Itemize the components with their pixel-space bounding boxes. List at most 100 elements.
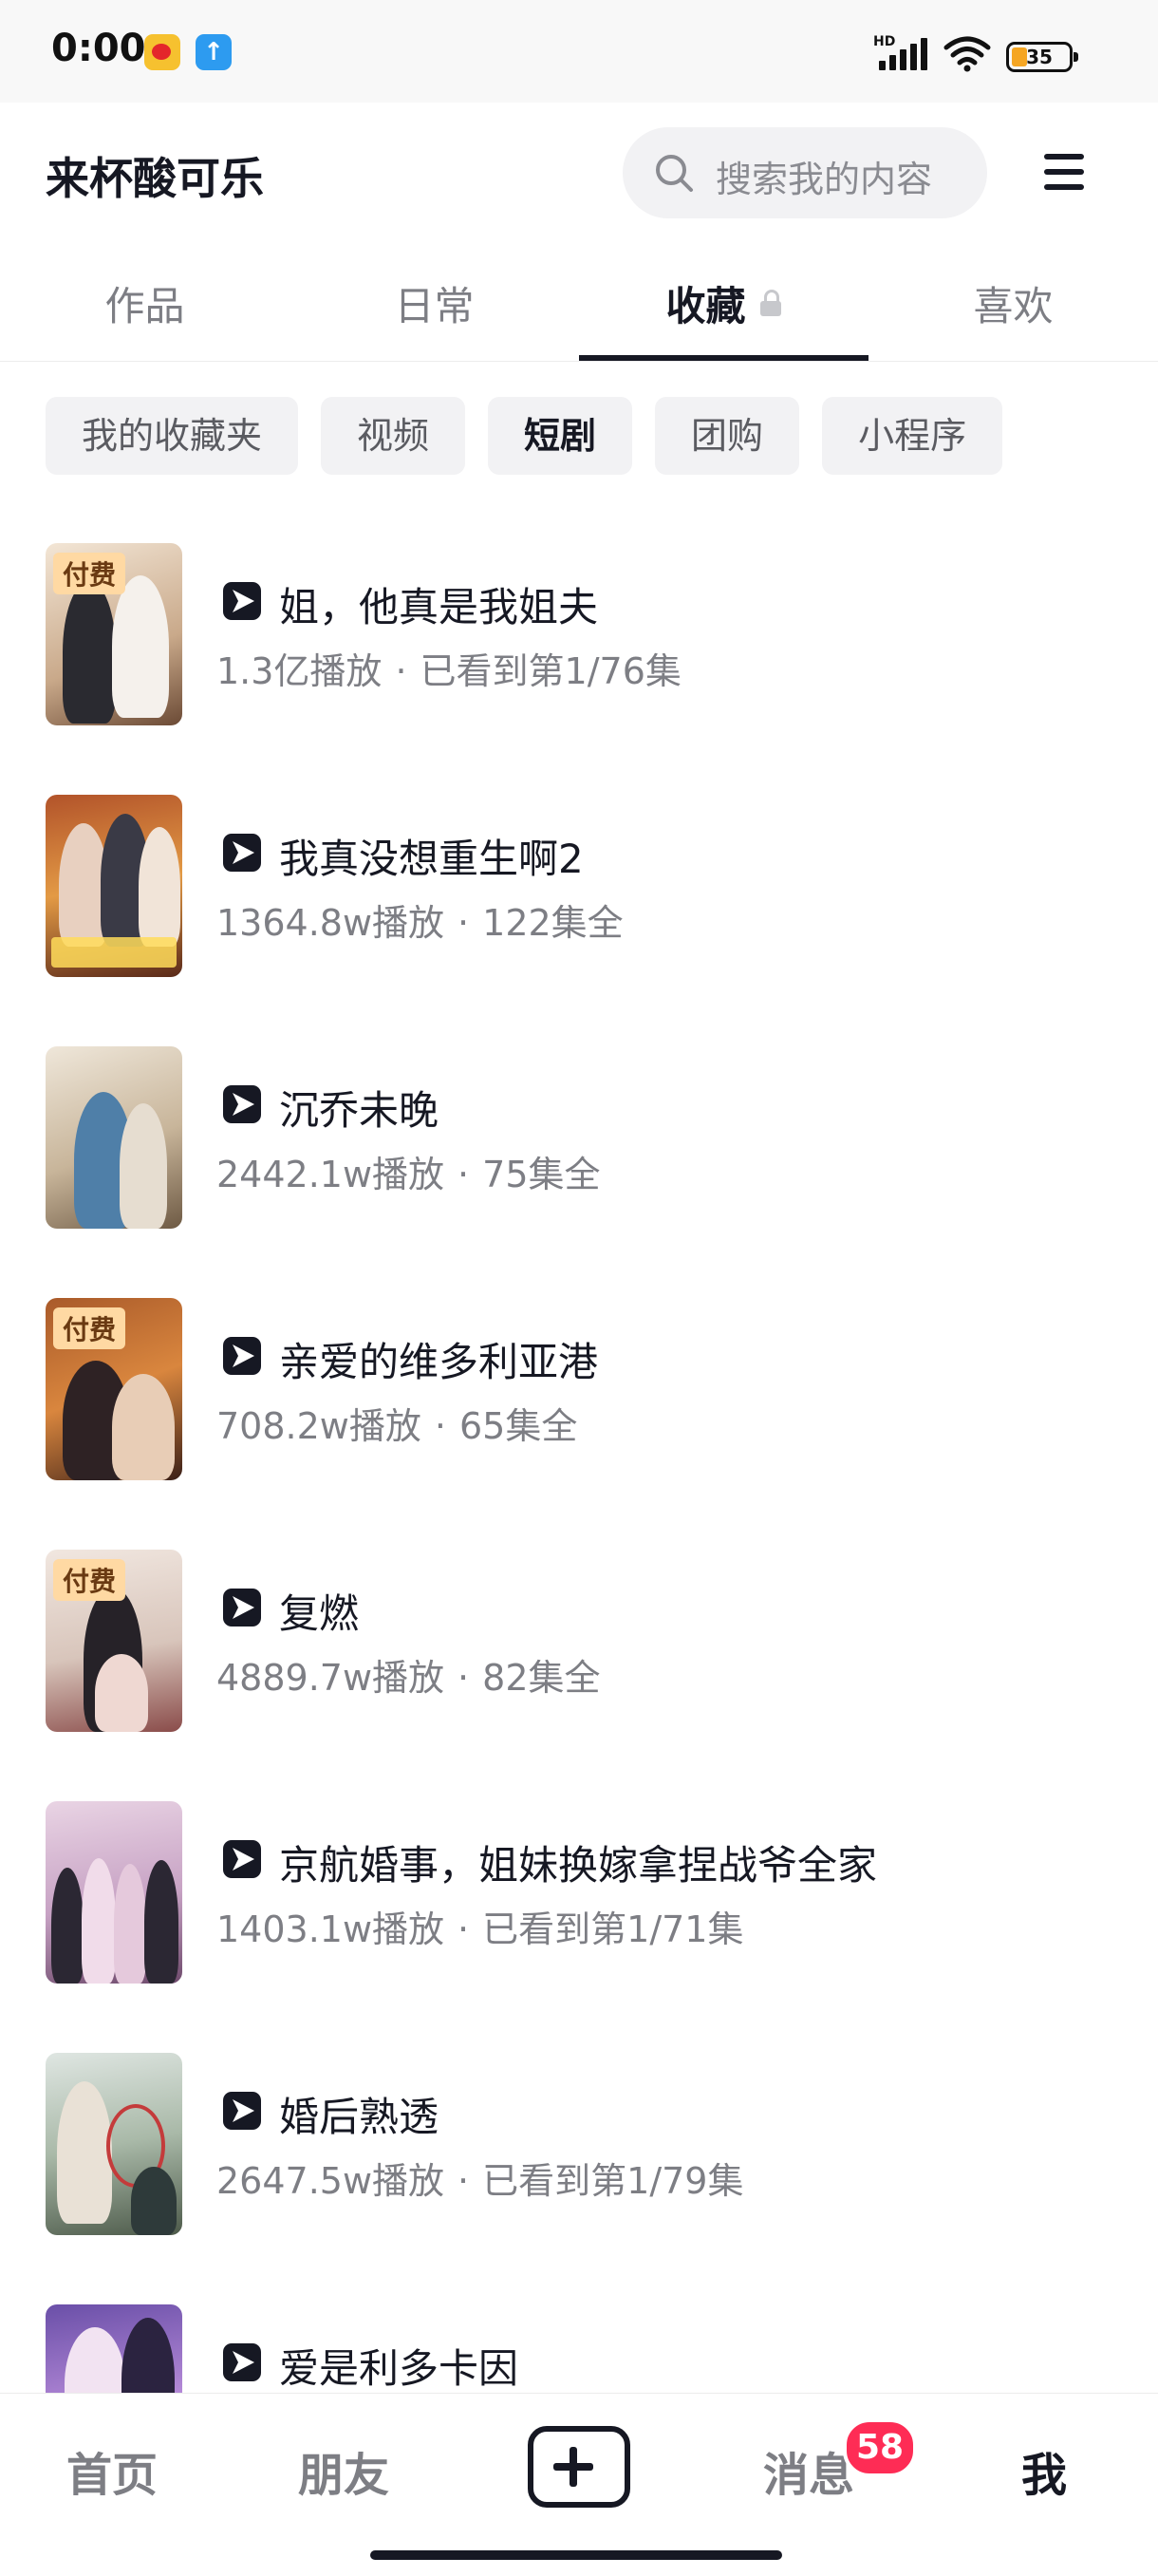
- upload-icon: ↑: [196, 34, 232, 70]
- episode-progress: 82集全: [482, 1657, 601, 1699]
- drama-play-icon: [223, 1337, 261, 1375]
- drama-meta: 2647.5w播放 · 已看到第1/79集: [216, 2152, 743, 2204]
- tab-likes[interactable]: 喜欢: [868, 245, 1158, 361]
- drama-play-icon: [223, 2092, 261, 2130]
- episode-progress: 已看到第1/71集: [482, 1908, 744, 1950]
- lock-icon: [759, 290, 782, 316]
- play-count: 2442.1w播放: [216, 1154, 445, 1195]
- chip-videos[interactable]: 视频: [321, 397, 466, 475]
- status-bar: 0:00 ↑ HD 35: [0, 0, 1158, 103]
- search-input[interactable]: 搜索我的内容: [623, 127, 987, 218]
- meta-separator: ·: [458, 2160, 470, 2202]
- paid-badge: 付费: [53, 553, 126, 594]
- poster-thumbnail: 付费: [46, 1550, 182, 1732]
- drama-title: 姐，他真是我姐夫: [279, 584, 599, 630]
- episode-progress: 已看到第1/76集: [420, 650, 682, 692]
- drama-play-icon: [223, 1840, 261, 1878]
- status-indicators: HD 35: [873, 34, 1078, 72]
- drama-title: 复燃: [279, 1590, 360, 1637]
- wifi-icon: [943, 36, 991, 72]
- play-count: 2647.5w播放: [216, 2160, 445, 2202]
- list-item[interactable]: 付费 复燃 4889.7w播放 · 82集全: [0, 1550, 1158, 1801]
- status-time: 0:00: [51, 27, 146, 70]
- poster-thumbnail: 付费: [46, 543, 182, 725]
- drama-title: 爱是利多卡因: [279, 2345, 519, 2392]
- nav-me[interactable]: 我: [1021, 2437, 1067, 2504]
- episode-progress: 122集全: [482, 902, 624, 944]
- drama-title: 沉乔未晚: [279, 1087, 439, 1134]
- drama-meta: 1364.8w播放 · 122集全: [216, 893, 624, 946]
- play-count: 1.3亿播放: [216, 650, 383, 692]
- tab-label: 喜欢: [973, 282, 1054, 329]
- chip-mini-programs[interactable]: 小程序: [822, 397, 1003, 475]
- profile-tabs: 作品 日常 收藏 喜欢: [0, 245, 1158, 362]
- search-icon: [656, 155, 693, 192]
- weibo-icon: [144, 34, 180, 70]
- drama-meta: 4889.7w播放 · 82集全: [216, 1648, 601, 1701]
- drama-meta: 2442.1w播放 · 75集全: [216, 1145, 601, 1197]
- drama-title: 京航婚事，姐妹换嫁拿捏战爷全家: [279, 1842, 878, 1889]
- poster-thumbnail: [46, 1801, 182, 1984]
- drama-meta: 708.2w播放 · 65集全: [216, 1397, 577, 1449]
- drama-meta: 1.3亿播放 · 已看到第1/76集: [216, 642, 682, 694]
- menu-icon[interactable]: [1044, 154, 1088, 190]
- poster-thumbnail: 付费: [46, 1298, 182, 1480]
- episode-progress: 已看到第1/79集: [482, 2160, 744, 2202]
- paid-badge: 付费: [53, 1307, 126, 1349]
- poster-thumbnail: [46, 2053, 182, 2235]
- drama-play-icon: [223, 2343, 261, 2381]
- episode-progress: 65集全: [458, 1405, 578, 1447]
- home-indicator: [370, 2550, 782, 2560]
- drama-list: 付费 姐，他真是我姐夫 1.3亿播放 · 已看到第1/76集 我真没想重生啊2 13…: [0, 543, 1158, 2556]
- drama-play-icon: [223, 1589, 261, 1626]
- profile-header: 来杯酸可乐 搜索我的内容: [0, 103, 1158, 245]
- tab-label: 收藏: [665, 282, 746, 329]
- meta-separator: ·: [458, 902, 470, 944]
- drama-play-icon: [223, 582, 261, 620]
- chip-short-dramas[interactable]: 短剧: [488, 397, 633, 475]
- list-item[interactable]: 沉乔未晚 2442.1w播放 · 75集全: [0, 1046, 1158, 1298]
- list-item[interactable]: 京航婚事，姐妹换嫁拿捏战爷全家 1403.1w播放 · 已看到第1/71集: [0, 1801, 1158, 2053]
- play-count: 4889.7w播放: [216, 1657, 445, 1699]
- list-item[interactable]: 付费 亲爱的维多利亚港 708.2w播放 · 65集全: [0, 1298, 1158, 1550]
- filter-chips: 我的收藏夹 视频 短剧 团购 小程序: [46, 397, 1003, 475]
- paid-badge: 付费: [53, 1559, 126, 1601]
- list-item[interactable]: 我真没想重生啊2 1364.8w播放 · 122集全: [0, 795, 1158, 1046]
- list-item[interactable]: 付费 姐，他真是我姐夫 1.3亿播放 · 已看到第1/76集: [0, 543, 1158, 795]
- chip-group-buy[interactable]: 团购: [655, 397, 800, 475]
- tab-works[interactable]: 作品: [0, 245, 290, 361]
- tab-label: 日常: [394, 282, 475, 329]
- drama-title: 我真没想重生啊2: [279, 836, 584, 882]
- drama-meta: 1403.1w播放 · 已看到第1/71集: [216, 1900, 743, 1952]
- battery-icon: 35: [1006, 42, 1078, 72]
- drama-title: 亲爱的维多利亚港: [279, 1339, 599, 1385]
- poster-thumbnail: [46, 1046, 182, 1229]
- meta-separator: ·: [395, 650, 407, 692]
- search-placeholder: 搜索我的内容: [716, 159, 933, 200]
- drama-play-icon: [223, 834, 261, 872]
- tab-daily[interactable]: 日常: [290, 245, 579, 361]
- nav-messages[interactable]: 消息: [763, 2437, 854, 2504]
- battery-level: 35: [1026, 46, 1053, 68]
- signal-icon: HD: [873, 34, 928, 72]
- list-item[interactable]: 婚后熟透 2647.5w播放 · 已看到第1/79集: [0, 2053, 1158, 2304]
- meta-separator: ·: [458, 1657, 470, 1699]
- play-count: 708.2w播放: [216, 1405, 421, 1447]
- tab-favorites[interactable]: 收藏: [579, 245, 868, 361]
- bottom-nav: 首页 朋友 消息 58 我: [0, 2393, 1158, 2576]
- meta-separator: ·: [434, 1405, 446, 1447]
- episode-progress: 75集全: [482, 1154, 601, 1195]
- chip-my-folders[interactable]: 我的收藏夹: [46, 397, 299, 475]
- messages-badge: 58: [843, 2418, 918, 2477]
- nav-friends[interactable]: 朋友: [298, 2437, 389, 2504]
- drama-title: 婚后熟透: [279, 2094, 439, 2140]
- meta-separator: ·: [458, 1908, 470, 1950]
- drama-play-icon: [223, 1085, 261, 1123]
- meta-separator: ·: [458, 1154, 470, 1195]
- nav-home[interactable]: 首页: [66, 2437, 158, 2504]
- poster-thumbnail: [46, 795, 182, 977]
- create-button[interactable]: [528, 2426, 630, 2508]
- play-count: 1364.8w播放: [216, 902, 445, 944]
- play-count: 1403.1w播放: [216, 1908, 445, 1950]
- profile-name: 来杯酸可乐: [46, 153, 264, 204]
